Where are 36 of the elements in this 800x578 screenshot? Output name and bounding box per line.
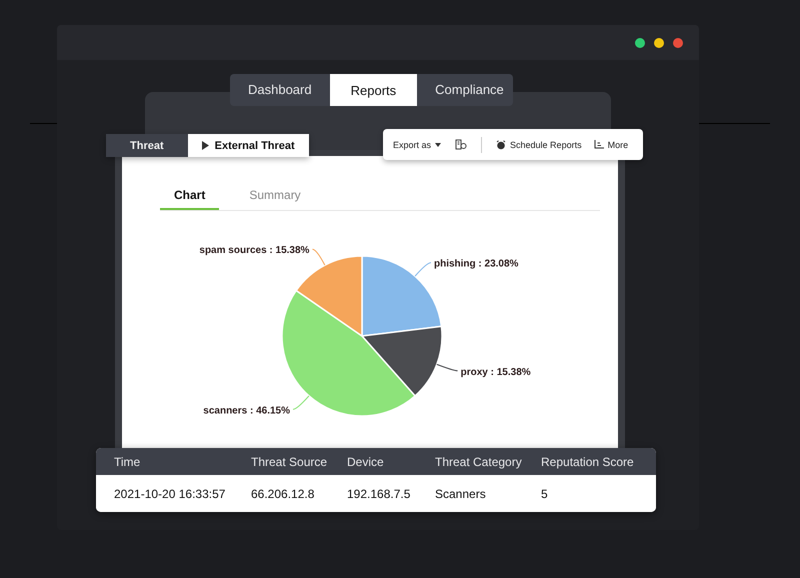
more-button[interactable]: More bbox=[594, 140, 628, 150]
column-header: Threat Category bbox=[435, 454, 523, 468]
table-cell-text: 5 bbox=[541, 486, 549, 500]
table-cell-text: Scanners bbox=[435, 486, 487, 500]
slice-label: proxy : 15.38% bbox=[460, 366, 531, 378]
nav-tab[interactable]: Dashboard bbox=[230, 74, 330, 104]
table-cell-text: 192.168.7.5 bbox=[347, 486, 412, 500]
nav-tab[interactable]: Compliance bbox=[417, 74, 522, 104]
play-triangle-icon bbox=[202, 141, 209, 150]
window-control-dot[interactable] bbox=[635, 38, 645, 48]
leader-line bbox=[414, 262, 432, 277]
schedule-reports-button[interactable]: Schedule Reports bbox=[496, 140, 582, 150]
leader-line bbox=[312, 248, 326, 266]
threat-toggle[interactable]: Threat bbox=[106, 134, 188, 157]
column-header: Device bbox=[347, 454, 385, 468]
export-dropdown[interactable]: Export as bbox=[393, 140, 442, 150]
leader-line bbox=[292, 395, 310, 410]
column-header: Threat Source bbox=[251, 454, 328, 468]
window-control-dot[interactable] bbox=[654, 38, 664, 48]
column-header: Time bbox=[114, 454, 142, 468]
nav-tab[interactable]: Reports bbox=[330, 74, 418, 106]
leader-line bbox=[436, 364, 458, 372]
view-tab[interactable]: Summary bbox=[235, 184, 315, 210]
chart-icon bbox=[594, 140, 604, 149]
slice-label: phishing : 23.08% bbox=[434, 258, 518, 270]
alarm-clock-icon bbox=[496, 140, 506, 150]
threat-toggle[interactable]: External Threat bbox=[188, 134, 309, 157]
view-tab[interactable]: Chart bbox=[160, 184, 220, 210]
slice-label: spam sources : 15.38% bbox=[199, 245, 310, 256]
table-cell-text: 2021-10-20 16:33:57 bbox=[114, 486, 226, 500]
slice-label: scanners : 46.15% bbox=[203, 405, 290, 416]
window-control-dot[interactable] bbox=[673, 38, 683, 48]
file-clock-icon[interactable] bbox=[455, 139, 468, 150]
column-header: Reputation Score bbox=[541, 454, 635, 468]
table-cell-text: 66.206.12.8 bbox=[251, 486, 316, 500]
caret-icon bbox=[435, 142, 442, 146]
